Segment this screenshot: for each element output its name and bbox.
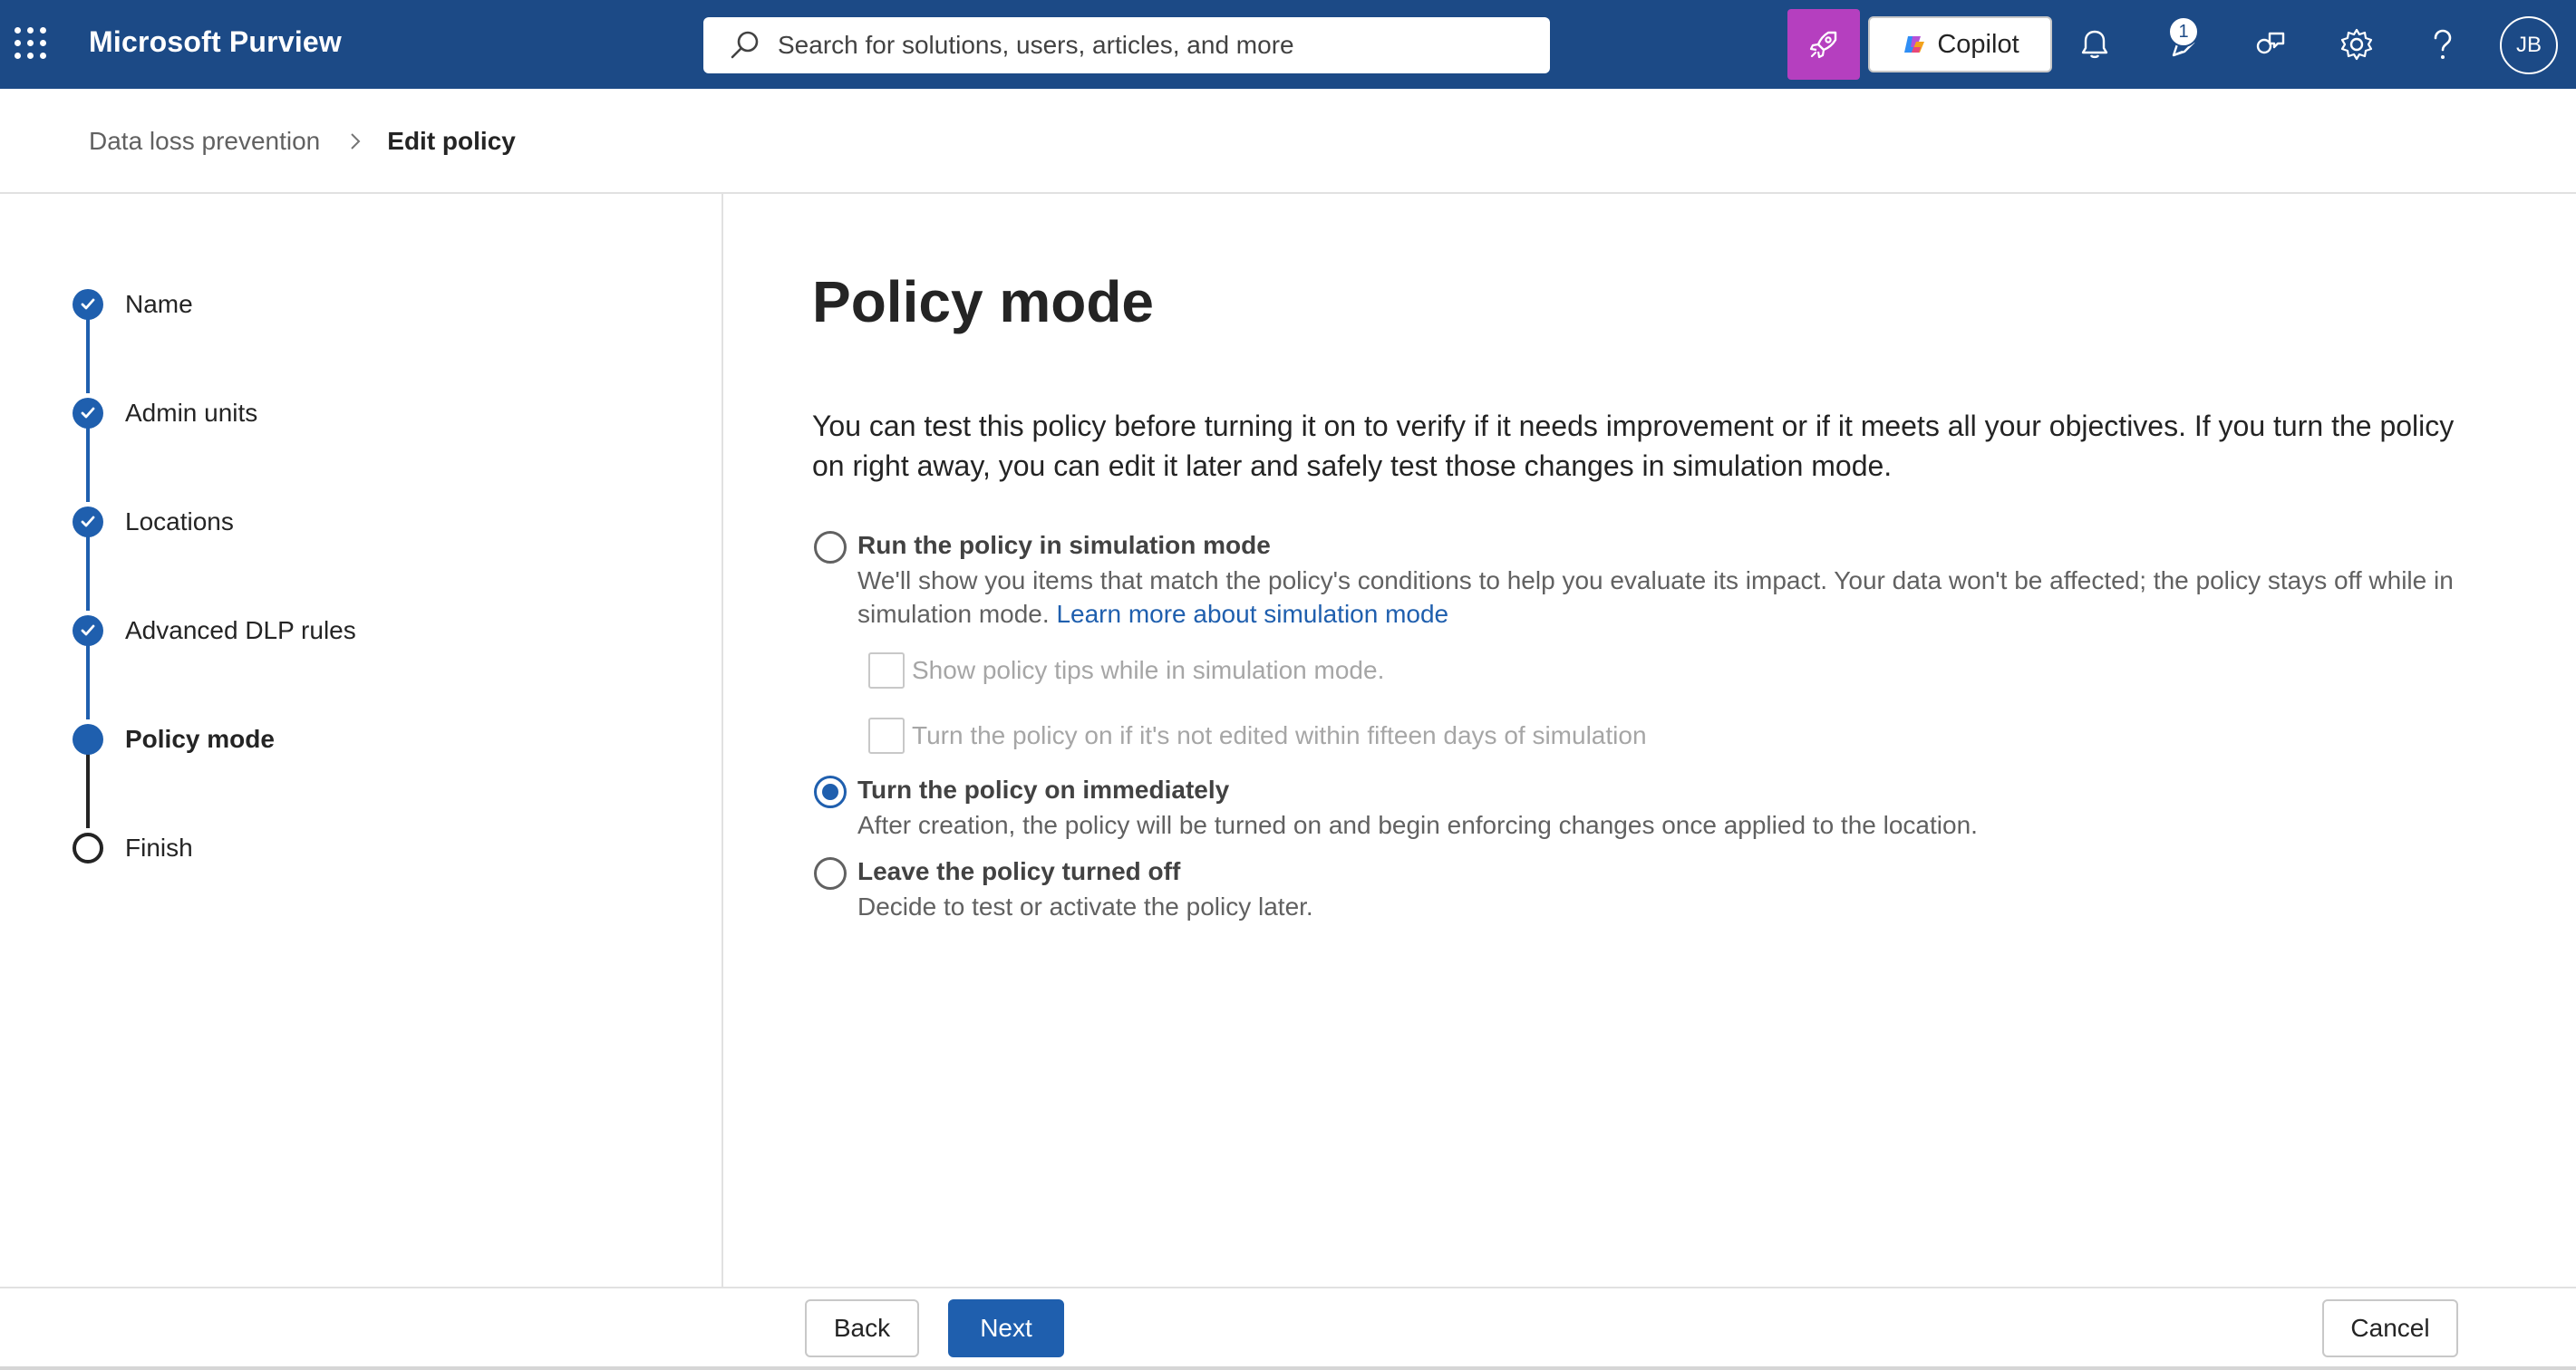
learn-more-simulation-link[interactable]: Learn more about simulation mode: [1056, 600, 1448, 628]
page-description: You can test this policy before turning …: [812, 410, 2455, 482]
auto-turn-on-checkbox[interactable]: [868, 718, 905, 754]
empty-step-circle-icon: [73, 833, 103, 863]
checkmark-icon: [73, 289, 103, 320]
settings-gear-icon[interactable]: [2336, 24, 2377, 65]
wizard-step-admin-units[interactable]: Admin units: [73, 395, 257, 431]
help-icon[interactable]: [2422, 24, 2464, 65]
step-connector: [86, 640, 90, 719]
window-bottom-edge: [0, 1366, 2576, 1370]
wizard-step-name[interactable]: Name: [73, 286, 193, 323]
wizard-step-finish: Finish: [73, 830, 193, 866]
wizard-step-label: Locations: [125, 507, 234, 535]
leave-turned-off-radio[interactable]: [814, 857, 847, 890]
checkmark-icon: [73, 398, 103, 429]
feedback-icon[interactable]: [2250, 24, 2291, 65]
wizard-step-label: Advanced DLP rules: [125, 616, 356, 644]
turn-on-immediately-description: After creation, the policy will be turne…: [857, 811, 1978, 839]
step-connector: [86, 531, 90, 611]
search-box[interactable]: [703, 17, 1550, 73]
rocket-icon: [1809, 31, 1837, 59]
step-connector: [86, 422, 90, 502]
checkmark-icon: [73, 507, 103, 537]
breadcrumb-parent-link[interactable]: Data loss prevention: [89, 127, 320, 156]
step-connector: [86, 748, 90, 828]
leave-turned-off-description: Decide to test or activate the policy la…: [857, 892, 1313, 921]
wizard-steps-pane: Name Admin units Locations Advanced DLP …: [0, 194, 723, 1287]
search-input[interactable]: [778, 31, 1521, 60]
wizard-step-label: Admin units: [125, 399, 258, 427]
top-bar: Microsoft Purview Copilot: [0, 0, 2576, 89]
wizard-step-advanced-dlp-rules[interactable]: Advanced DLP rules: [73, 613, 356, 649]
auto-turn-on-label: Turn the policy on if it's not edited wi…: [912, 721, 1647, 749]
show-policy-tips-label: Show policy tips while in simulation mod…: [912, 656, 1385, 684]
notification-count-badge: 1: [2168, 16, 2199, 47]
wizard-step-label: Finish: [125, 834, 193, 862]
wizard-step-locations[interactable]: Locations: [73, 504, 234, 540]
chevron-right-icon: [351, 133, 361, 150]
copilot-logo-icon: [1904, 36, 1925, 53]
simulation-mode-description: We'll show you items that match the poli…: [857, 564, 2480, 631]
back-button[interactable]: Back: [805, 1299, 919, 1357]
show-policy-tips-checkbox[interactable]: [868, 652, 905, 689]
step-connector: [86, 314, 90, 393]
app-launcher-icon[interactable]: [15, 27, 47, 60]
cancel-button[interactable]: Cancel: [2322, 1299, 2458, 1357]
footer-divider: [0, 1287, 2576, 1288]
leave-turned-off-label[interactable]: Leave the policy turned off: [857, 857, 1180, 886]
copilot-label: Copilot: [1937, 29, 2019, 59]
simulation-mode-radio[interactable]: [814, 531, 847, 564]
wizard-step-label: Name: [125, 290, 193, 318]
turn-on-immediately-radio[interactable]: [814, 776, 847, 808]
app-title[interactable]: Microsoft Purview: [89, 25, 342, 59]
breadcrumb-current: Edit policy: [387, 127, 516, 155]
turn-on-immediately-label[interactable]: Turn the policy on immediately: [857, 776, 1229, 805]
wizard-step-policy-mode[interactable]: Policy mode: [73, 721, 275, 757]
search-icon: [731, 31, 759, 59]
copilot-button[interactable]: Copilot: [1868, 16, 2052, 72]
page-title: Policy mode: [812, 269, 1154, 334]
breadcrumb: Data loss prevention Edit policy: [89, 123, 516, 159]
user-avatar[interactable]: JB: [2500, 16, 2558, 74]
checkmark-icon: [73, 615, 103, 646]
rocket-button[interactable]: [1787, 9, 1860, 80]
wizard-step-label: Policy mode: [125, 725, 275, 753]
notifications-bell-icon[interactable]: [2074, 24, 2116, 65]
simulation-mode-label[interactable]: Run the policy in simulation mode: [857, 531, 1271, 560]
next-button[interactable]: Next: [948, 1299, 1064, 1357]
current-step-dot-icon: [73, 724, 103, 755]
